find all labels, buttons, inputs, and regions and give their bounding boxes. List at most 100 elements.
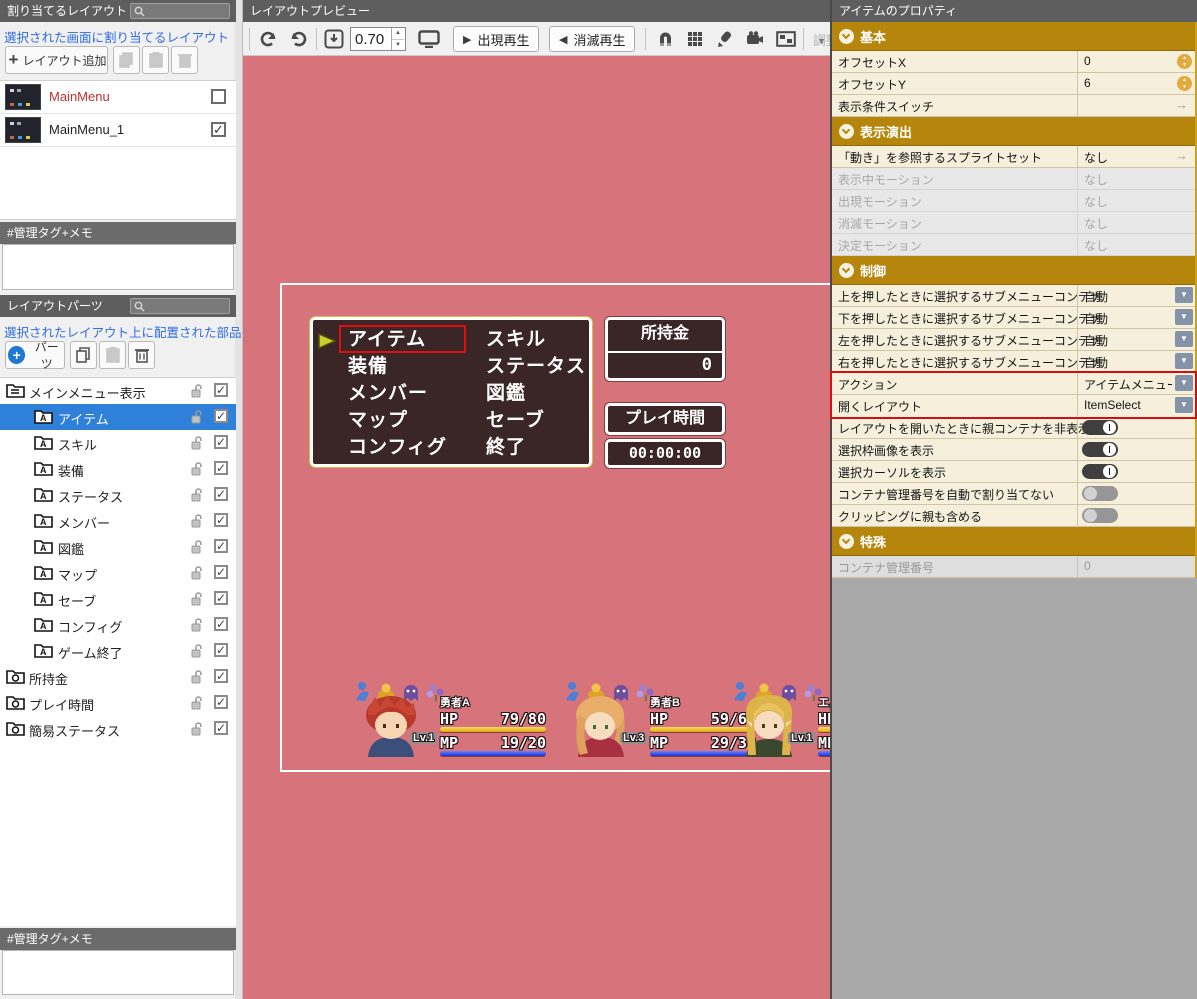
visibility-checkbox[interactable]: ✓ (214, 617, 228, 631)
duplicate-part-button[interactable] (70, 341, 97, 369)
undo-button[interactable] (285, 26, 311, 52)
toggle-off[interactable] (1082, 508, 1118, 523)
tree-item-status[interactable]: A ステータス ✓ (0, 482, 236, 508)
money-container[interactable]: 所持金 0 (605, 317, 725, 381)
zoom-spinner[interactable]: ▲▼ (391, 28, 404, 50)
dropdown-icon[interactable]: ▼ (1175, 287, 1193, 303)
visibility-checkbox[interactable]: ✓ (214, 513, 228, 527)
visibility-checkbox[interactable]: ✓ (214, 695, 228, 709)
screen-preview-button[interactable] (415, 26, 443, 52)
menu-item-exit[interactable]: 終了 (486, 435, 589, 462)
unlock-icon[interactable] (190, 488, 202, 502)
party-member-3[interactable]: Lv.1 エル HP MP (730, 680, 830, 766)
play-vanish-button[interactable]: ◀ 消滅再生 (549, 26, 635, 52)
visibility-checkbox[interactable]: ✓ (214, 461, 228, 475)
toolbar-overflow-icon[interactable]: ▼ (817, 36, 826, 46)
tree-item-skill[interactable]: A スキル ✓ (0, 430, 236, 456)
simple-status-container[interactable]: Lv.1 勇者A HP79/80 MP19/20 (243, 680, 830, 766)
menu-item-encyclopedia[interactable]: 図鑑 (486, 381, 589, 408)
prop-row-show-selection-frame[interactable]: 選択枠画像を表示 (832, 439, 1195, 461)
prop-row-submenu-up[interactable]: 上を押したときに選択するサブメニューコンテナ 自動▼ (832, 285, 1195, 307)
visibility-checkbox[interactable]: ✓ (214, 383, 228, 397)
prop-row-action[interactable]: アクション アイテムメニューを..▼ (832, 373, 1195, 395)
unlock-icon[interactable] (190, 410, 202, 424)
unlock-icon[interactable] (190, 384, 202, 398)
toggle-on[interactable] (1082, 442, 1118, 457)
unlock-icon[interactable] (190, 644, 202, 658)
menu-item-config[interactable]: コンフィグ (348, 435, 473, 462)
layout-search-box[interactable] (130, 3, 230, 19)
tree-item-save[interactable]: A セーブ ✓ (0, 586, 236, 612)
dropdown-icon[interactable]: ▼ (1175, 331, 1193, 347)
tree-item-equip[interactable]: A 装備 ✓ (0, 456, 236, 482)
party-member-1[interactable]: Lv.1 勇者A HP79/80 MP19/20 (352, 680, 552, 766)
prop-row-show-selection-cursor[interactable]: 選択カーソルを表示 (832, 461, 1195, 483)
visibility-checkbox[interactable]: ✓ (214, 435, 228, 449)
tree-item-main-menu-display[interactable]: メインメニュー表示 ✓ (0, 378, 236, 404)
spin-down-icon[interactable]: ▼ (392, 40, 404, 51)
tree-item-encyclopedia[interactable]: A 図鑑 ✓ (0, 534, 236, 560)
paste-part-button[interactable] (99, 341, 126, 369)
prop-row-display-condition-switch[interactable]: 表示条件スイッチ → (832, 95, 1195, 117)
visibility-checkbox[interactable]: ✓ (214, 643, 228, 657)
main-menu-container[interactable]: アイテム 装備 メンバー マップ コンフィグ スキル ステータス 図鑑 セーブ … (310, 317, 592, 467)
prop-row-include-parent-clipping[interactable]: クリッピングに親も含める (832, 505, 1195, 527)
unlock-icon[interactable] (190, 566, 202, 580)
unlock-icon[interactable] (190, 618, 202, 632)
menu-item-save[interactable]: セーブ (486, 408, 589, 435)
visibility-checkbox[interactable]: ✓ (214, 409, 228, 423)
dropdown-icon[interactable]: ▼ (1175, 375, 1193, 391)
dropdown-icon[interactable]: ▼ (1175, 353, 1193, 369)
grid-button[interactable] (681, 26, 709, 52)
section-header-special[interactable]: 特殊 (832, 527, 1195, 556)
parts-search-input[interactable] (145, 301, 223, 312)
tree-item-item[interactable]: A アイテム ✓ (0, 404, 236, 430)
spinner-icon[interactable]: ▲▼ (1177, 54, 1192, 69)
visibility-checkbox[interactable]: ✓ (214, 565, 228, 579)
stamp-button[interactable] (711, 26, 739, 52)
unlock-icon[interactable] (190, 592, 202, 606)
visibility-checkbox[interactable]: ✓ (214, 539, 228, 553)
tree-item-simple-status[interactable]: 簡易ステータス ✓ (0, 716, 236, 742)
parts-search-box[interactable] (130, 298, 230, 314)
paste-layout-button[interactable] (142, 46, 169, 74)
visibility-checkbox[interactable]: ✓ (214, 487, 228, 501)
camera-button[interactable] (741, 26, 769, 52)
add-part-button[interactable]: + パーツ (5, 341, 65, 369)
memo-textarea-bottom[interactable] (2, 950, 234, 995)
prop-row-submenu-down[interactable]: 下を押したときに選択するサブメニューコンテナ 自動▼ (832, 307, 1195, 329)
navigate-arrow-icon[interactable]: → (1175, 97, 1188, 112)
prop-row-submenu-right[interactable]: 右を押したときに選択するサブメニューコンテナ 自動▼ (832, 351, 1195, 373)
left-scrollbar-track[interactable] (235, 0, 242, 999)
layout-checkbox-unchecked[interactable] (211, 89, 226, 104)
redo-button[interactable] (255, 26, 281, 52)
section-header-display-effects[interactable]: 表示演出 (832, 117, 1195, 146)
visibility-checkbox[interactable]: ✓ (214, 669, 228, 683)
tree-item-config[interactable]: A コンフィグ ✓ (0, 612, 236, 638)
snap-button[interactable] (651, 26, 679, 52)
prop-row-offset-y[interactable]: オフセットY 6▲▼ (832, 73, 1195, 95)
dropdown-icon[interactable]: ▼ (1175, 397, 1193, 413)
spinner-icon[interactable]: ▲▼ (1177, 76, 1192, 91)
menu-item-map[interactable]: マップ (348, 408, 473, 435)
prop-row-no-auto-container-number[interactable]: コンテナ管理番号を自動で割り当てない (832, 483, 1195, 505)
tree-item-map[interactable]: A マップ ✓ (0, 560, 236, 586)
delete-layout-button[interactable] (171, 46, 198, 74)
fit-view-button[interactable] (321, 26, 347, 52)
section-header-basic[interactable]: 基本 (832, 22, 1195, 51)
unlock-icon[interactable] (190, 696, 202, 710)
visibility-checkbox[interactable]: ✓ (214, 721, 228, 735)
duplicate-layout-button[interactable] (113, 46, 140, 74)
playtime-title-container[interactable]: プレイ時間 (605, 403, 725, 435)
preview-canvas[interactable]: アイテム 装備 メンバー マップ コンフィグ スキル ステータス 図鑑 セーブ … (243, 56, 830, 999)
menu-item-member[interactable]: メンバー (348, 381, 473, 408)
add-layout-button[interactable]: + レイアウト追加 (5, 46, 108, 74)
layout-search-input[interactable] (145, 6, 223, 17)
toggle-on[interactable] (1082, 420, 1118, 435)
toggle-off[interactable] (1082, 486, 1118, 501)
play-appear-button[interactable]: ▶ 出現再生 (453, 26, 539, 52)
prop-row-submenu-left[interactable]: 左を押したときに選択するサブメニューコンテナ 自動▼ (832, 329, 1195, 351)
tree-item-member[interactable]: A メンバー ✓ (0, 508, 236, 534)
spin-up-icon[interactable]: ▲ (392, 28, 404, 40)
prop-row-offset-x[interactable]: オフセットX 0▲▼ (832, 51, 1195, 73)
